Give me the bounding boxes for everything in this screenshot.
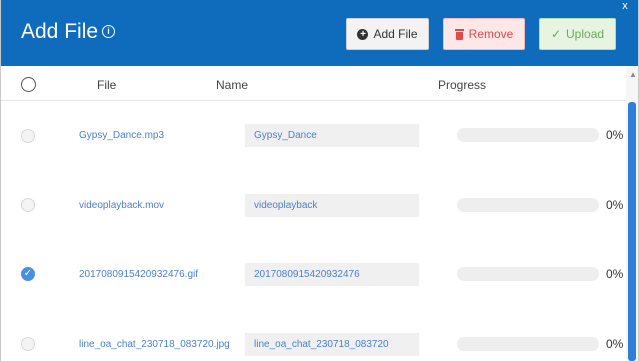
name-input[interactable]: videoplayback (245, 194, 419, 217)
row-select-radio[interactable] (21, 129, 35, 143)
plus-circle-icon: + (357, 28, 369, 40)
column-header-progress: Progress (438, 78, 487, 92)
file-link[interactable]: Gypsy_Dance.mp3 (79, 130, 164, 141)
remove-button[interactable]: Remove (443, 18, 525, 50)
add-file-dialog: Add File i x + Add File Remove ✓ Upload … (0, 0, 639, 361)
progress-bar (457, 128, 599, 142)
row-select-radio[interactable] (21, 337, 35, 351)
check-icon: ✓ (550, 27, 562, 41)
table-row: videoplayback.mov videoplayback 0% (1, 185, 626, 225)
remove-label: Remove (468, 27, 514, 41)
row-select-radio[interactable]: ✓ (21, 267, 35, 281)
name-input[interactable]: line_oa_chat_230718_083720 (245, 333, 419, 356)
column-header-name: Name (216, 78, 249, 92)
table-row: line_oa_chat_230718_083720.jpg line_oa_c… (1, 324, 626, 361)
progress-percent: 0% (606, 128, 624, 142)
file-link[interactable]: 2017080915420932476.gif (79, 269, 198, 280)
progress-bar (457, 198, 599, 212)
scrollbar-thumb[interactable] (628, 102, 636, 361)
dialog-title: Add File (21, 20, 99, 43)
upload-label: Upload (566, 27, 605, 41)
scroll-up-icon[interactable]: ▲ (628, 70, 638, 80)
add-file-label: Add File (373, 27, 418, 41)
name-input[interactable]: 2017080915420932476 (245, 263, 419, 286)
info-icon[interactable]: i (102, 25, 115, 38)
close-icon[interactable]: x (610, 0, 638, 14)
upload-button[interactable]: ✓ Upload (539, 18, 616, 50)
file-link[interactable]: line_oa_chat_230718_083720.jpg (79, 339, 230, 350)
trash-icon (454, 28, 464, 40)
progress-percent: 0% (606, 198, 624, 212)
progress-percent: 0% (606, 267, 624, 281)
progress-percent: 0% (606, 337, 624, 351)
progress-bar (457, 337, 599, 351)
name-input[interactable]: Gypsy_Dance (245, 124, 419, 147)
add-file-button[interactable]: + Add File (346, 18, 429, 50)
dialog-header: Add File i x + Add File Remove ✓ Upload (1, 0, 638, 66)
file-link[interactable]: videoplayback.mov (79, 200, 164, 211)
row-select-radio[interactable] (21, 198, 35, 212)
column-header-file: File (97, 78, 117, 92)
select-all-radio[interactable] (21, 77, 36, 92)
table-row: ✓ 2017080915420932476.gif 20170809154209… (1, 254, 626, 294)
table-row: Gypsy_Dance.mp3 Gypsy_Dance 0% (1, 116, 626, 156)
header-divider (1, 100, 626, 101)
progress-bar (457, 267, 599, 281)
